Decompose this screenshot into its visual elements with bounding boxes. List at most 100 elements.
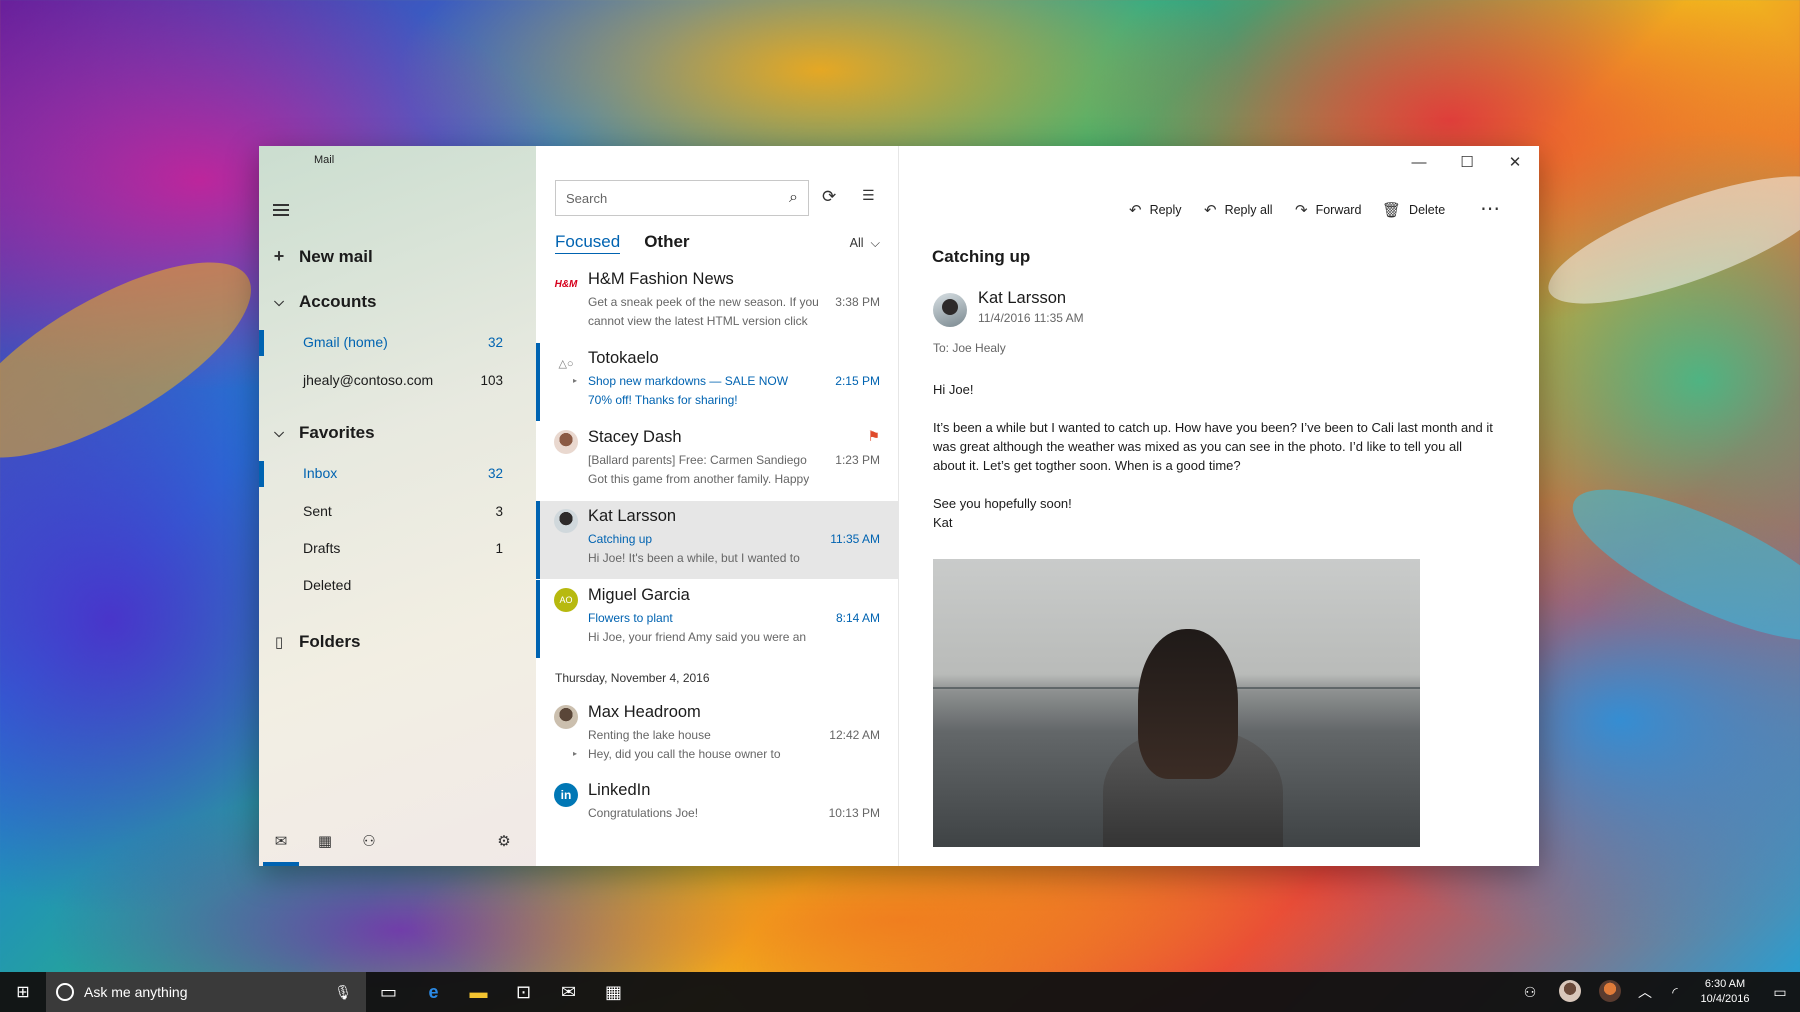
message-item[interactable]: Max Headroom Renting the lake house ▸ He… [536,697,898,775]
selection-mode-icon[interactable]: ☰ [862,187,875,204]
favorites-label: Favorites [299,423,375,442]
folder-label: Sent [303,503,332,519]
chevron-up-icon[interactable]: ︿ [1630,982,1660,1002]
search-icon[interactable]: ⌕ [789,189,798,207]
delete-button[interactable]: 🗑 Delete [1382,201,1445,219]
message-subject: Congratulations Joe! [588,806,699,820]
accounts-header[interactable]: ⌵ Accounts [259,292,536,312]
cortana-placeholder: Ask me anything [84,984,188,1000]
unread-count: 32 [487,334,503,350]
message-list-pane: Search ⌕ ⟳ ☰ Focused Other All ⌵ H&M H&M… [536,146,899,866]
sender-avatar [933,293,967,327]
reply-all-button[interactable]: ↶ Reply all [1204,201,1273,219]
microphone-icon[interactable]: 🎙 [334,984,352,1001]
new-mail-label: New mail [299,246,373,266]
message-time: 12:42 AM [829,728,880,742]
message-item[interactable]: H&M H&M Fashion News Get a sneak peek of… [536,264,898,342]
wallpaper-stroke [1555,460,1800,670]
account-gmail-home[interactable]: Gmail (home) 32 [259,330,536,356]
reply-button[interactable]: ↶ Reply [1129,201,1182,219]
close-icon[interactable]: ✕ [1491,146,1539,178]
folder-label: Inbox [303,465,338,481]
sender-name: Miguel Garcia [588,586,690,604]
unread-count: 1 [495,540,503,556]
reply-icon: ↶ [1129,202,1142,219]
thread-expand-icon[interactable]: ▸ [573,376,577,385]
filter-dropdown[interactable]: All ⌵ [850,236,880,251]
file-explorer-icon[interactable]: ▬ [456,972,501,1012]
sender-name[interactable]: Kat Larsson [978,289,1066,308]
message-item[interactable]: Kat Larsson Catching up Hi Joe! It's bee… [536,501,898,579]
more-options-icon[interactable]: ⋯ [1480,196,1501,221]
tab-focused[interactable]: Focused [555,232,621,254]
command-bar: ↶ Reply ↶ Reply all ↷ Forward 🗑 Delete ⋯ [899,196,1539,226]
windows-start-icon[interactable]: ⊞ [0,972,46,1012]
mail-icon[interactable]: ✉ [259,818,303,866]
people-icon[interactable]: ⚇ [347,818,391,866]
chevron-down-icon: ⌵ [274,294,284,309]
task-view-icon[interactable]: ▭ [366,972,411,1012]
account-jhealy[interactable]: jhealy@contoso.com 103 [259,372,536,388]
body-paragraph: Kat [933,515,953,530]
contact-avatar[interactable] [1550,979,1590,1005]
avatar [554,705,578,729]
message-preview: Hi Joe! It's been a while, but I wanted … [588,551,800,565]
sync-icon[interactable]: ⟳ [822,187,836,207]
message-subject: Renting the lake house [588,728,711,742]
recipients[interactable]: To: Joe Healy [933,341,1006,355]
edge-icon[interactable]: e [411,972,456,1012]
wifi-icon[interactable]: ◜ [1660,984,1690,1001]
contact-avatar[interactable] [1590,979,1630,1005]
calendar-app-icon[interactable]: ▦ [591,972,636,1012]
message-subject: Catching up [588,532,653,546]
filter-label: All [849,236,864,250]
tab-other[interactable]: Other [644,232,689,254]
hamburger-menu-icon[interactable] [273,204,289,216]
folder-drafts[interactable]: Drafts 1 [259,540,536,556]
mail-app-icon[interactable]: ✉ [546,972,591,1012]
folder-label: Drafts [303,540,341,556]
folder-deleted[interactable]: Deleted [259,577,536,593]
body-paragraph: See you hopefully soon! [933,496,1072,511]
maximize-icon[interactable]: ☐ [1443,146,1491,178]
action-center-icon[interactable]: ▭ [1760,984,1800,1001]
accounts-label: Accounts [299,292,377,311]
store-icon[interactable]: ⊡ [501,972,546,1012]
account-label: Gmail (home) [303,334,388,350]
trash-icon: 🗑 [1382,202,1402,219]
message-body: Hi Joe! It’s been a while but I wanted t… [933,380,1493,551]
clock[interactable]: 6:30 AM 10/4/2016 [1690,977,1760,1007]
thread-expand-icon[interactable]: ▸ [573,749,577,758]
message-item[interactable]: in LinkedIn Congratulations Joe! 10:13 P… [536,775,898,853]
search-placeholder: Search [566,190,608,206]
account-label: jhealy@contoso.com [303,372,434,388]
folder-icon: ▯ [274,634,284,651]
unread-count: 103 [480,372,503,388]
message-item[interactable]: △○ Totokaelo ▸ Shop new markdowns — SALE… [536,343,898,421]
avatar [554,430,578,454]
clock-date: 10/4/2016 [1700,993,1750,1005]
people-icon[interactable]: ⚇ [1510,984,1550,1001]
message-item[interactable]: AO Miguel Garcia Flowers to plant Hi Joe… [536,580,898,658]
minimize-icon[interactable]: — [1395,146,1443,178]
sender-name: Max Headroom [588,703,701,721]
flag-icon[interactable]: ⚑ [867,428,880,445]
body-paragraph: Hi Joe! [933,382,974,397]
search-input[interactable]: Search ⌕ [555,180,809,216]
cortana-search-box[interactable]: Ask me anything 🎙 [46,972,366,1012]
folders-button[interactable]: ▯ Folders [259,632,536,652]
attached-photo[interactable] [933,559,1420,847]
message-subject: [Ballard parents] Free: Carmen Sandiego [588,453,807,467]
avatar: AO [554,588,578,612]
message-item[interactable]: Stacey Dash ⚑ [Ballard parents] Free: Ca… [536,422,898,500]
folder-sent[interactable]: Sent 3 [259,503,536,519]
folder-inbox[interactable]: Inbox 32 [259,461,536,487]
forward-button[interactable]: ↷ Forward [1295,201,1361,219]
new-mail-button[interactable]: + New mail [259,246,536,267]
app-switcher: ✉ ▦ ⚇ ⚙ [259,818,536,866]
reply-all-icon: ↶ [1204,202,1217,219]
sender-logo: △○ [558,357,574,370]
favorites-header[interactable]: ⌵ Favorites [259,423,536,443]
gear-icon[interactable]: ⚙ [482,818,526,866]
calendar-icon[interactable]: ▦ [303,818,347,866]
